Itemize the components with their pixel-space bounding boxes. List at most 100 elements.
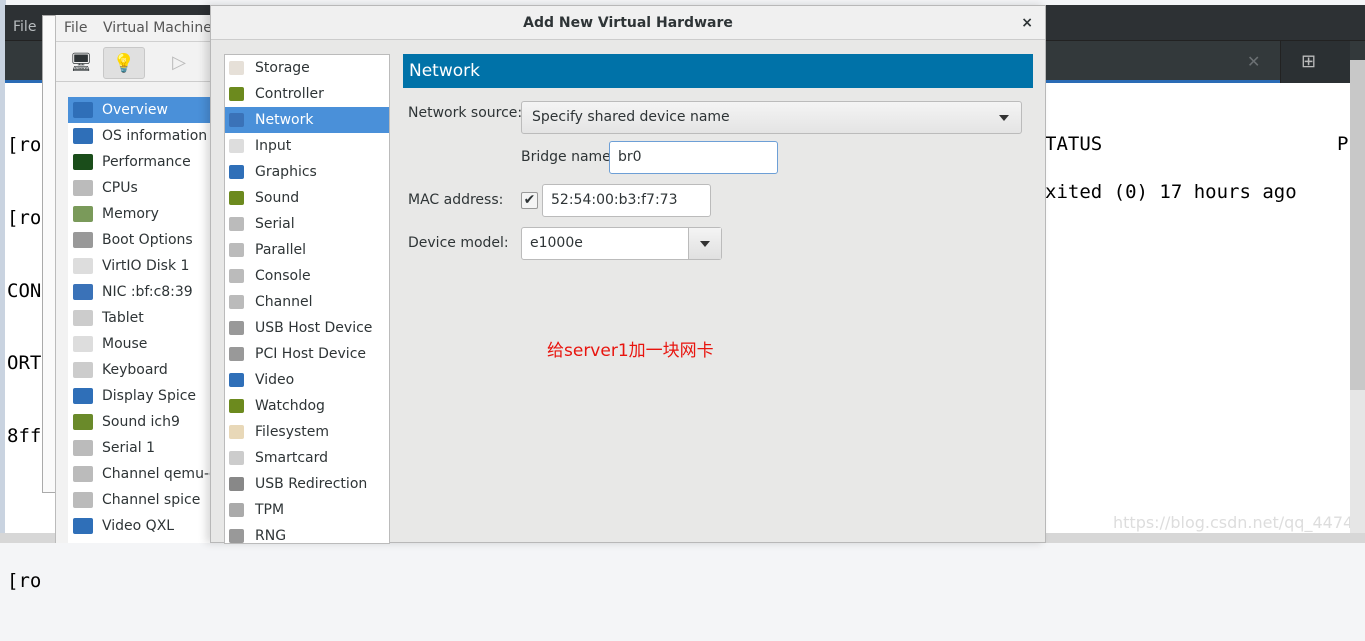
hardware-type-item[interactable]: Storage — [225, 55, 389, 81]
sound-card-icon — [73, 414, 93, 430]
new-tab-button[interactable]: ⊞ — [1280, 41, 1350, 83]
hardware-type-label: Video — [255, 372, 295, 388]
terminal-status-value: xited (0) 17 hours ago — [1045, 181, 1297, 203]
hardware-type-item[interactable]: Sound — [225, 185, 389, 211]
hardware-type-item[interactable]: Watchdog — [225, 393, 389, 419]
chip-icon — [229, 503, 244, 517]
hardware-type-item[interactable]: Network — [225, 107, 389, 133]
monitor-icon — [73, 128, 93, 144]
vm-hardware-label: Display Spice — [102, 388, 197, 404]
vm-hardware-item[interactable]: Memory — [68, 201, 216, 227]
hardware-type-item[interactable]: Smartcard — [225, 445, 389, 471]
vm-hardware-label: Performance — [102, 154, 191, 170]
vm-hardware-item[interactable]: Tablet — [68, 305, 216, 331]
hardware-type-item[interactable]: Graphics — [225, 159, 389, 185]
vm-hardware-item[interactable]: Serial 1 — [68, 435, 216, 461]
lightbulb-icon: 💡 — [112, 53, 136, 74]
gears-icon — [73, 232, 93, 248]
scrollbar-thumb[interactable] — [1350, 60, 1365, 390]
monitor-icon — [229, 165, 244, 179]
terminal-line: 8ff — [7, 424, 42, 447]
device-model-dropdown-button[interactable] — [688, 228, 721, 259]
vm-hardware-item[interactable]: Overview — [68, 97, 216, 123]
vm-hardware-item[interactable]: Display Spice — [68, 383, 216, 409]
tab-close-icon[interactable]: ✕ — [1247, 52, 1260, 71]
hardware-type-label: Watchdog — [255, 398, 325, 414]
vm-hardware-item[interactable]: Channel spice — [68, 487, 216, 513]
hardware-type-label: Controller — [255, 86, 324, 102]
vm-toolbar: 🖥 💡 ▷ — [56, 42, 215, 82]
hardware-type-item[interactable]: Filesystem — [225, 419, 389, 445]
mac-address-label: MAC address: — [408, 192, 504, 208]
vm-hardware-item[interactable]: Mouse — [68, 331, 216, 357]
menu-virtual-machine[interactable]: Virtual Machine — [103, 20, 212, 36]
hardware-type-label: Parallel — [255, 242, 307, 258]
vm-hardware-label: Tablet — [102, 310, 144, 326]
hardware-type-item[interactable]: Channel — [225, 289, 389, 315]
menu-file[interactable]: File — [64, 20, 87, 36]
vm-hardware-item[interactable]: Video QXL — [68, 513, 216, 539]
hardware-type-label: Console — [255, 268, 311, 284]
hardware-type-item[interactable]: PCI Host Device — [225, 341, 389, 367]
terminal-line: [ro — [7, 569, 42, 592]
hardware-type-item[interactable]: Input — [225, 133, 389, 159]
port-icon — [229, 243, 244, 257]
dialog-title: Add New Virtual Hardware — [523, 15, 733, 31]
mouse-icon — [229, 139, 244, 153]
hardware-type-label: Input — [255, 138, 292, 154]
vm-hardware-item[interactable]: Sound ich9 — [68, 409, 216, 435]
hardware-type-item[interactable]: USB Host Device — [225, 315, 389, 341]
terminal-menu-file[interactable]: File — [13, 19, 36, 35]
device-model-combo[interactable]: e1000e — [521, 227, 722, 260]
vm-hardware-item[interactable]: Channel qemu-ga — [68, 461, 216, 487]
hardware-type-label: Channel — [255, 294, 313, 310]
hardware-type-item[interactable]: TPM — [225, 497, 389, 523]
vm-hardware-item[interactable]: Boot Options — [68, 227, 216, 253]
hardware-type-item[interactable]: Console — [225, 263, 389, 289]
vm-hardware-item[interactable]: Performance — [68, 149, 216, 175]
details-button[interactable]: 💡 — [103, 47, 145, 79]
run-button[interactable]: ▷ — [158, 47, 200, 79]
monitor-icon — [73, 102, 93, 118]
hardware-type-item[interactable]: Parallel — [225, 237, 389, 263]
hardware-type-item[interactable]: Serial — [225, 211, 389, 237]
hardware-type-item[interactable]: Controller — [225, 81, 389, 107]
vm-hardware-label: Video QXL — [102, 518, 175, 534]
vm-hardware-item[interactable]: OS information — [68, 123, 216, 149]
vm-hardware-item[interactable]: VirtIO Disk 1 — [68, 253, 216, 279]
hardware-type-item[interactable]: RNG — [225, 523, 389, 549]
hardware-type-label: RNG — [255, 528, 287, 544]
hardware-type-list: Storage Controller Network Input Graphics Sou… — [224, 54, 390, 544]
hardware-type-label: Sound — [255, 190, 300, 206]
monitor-icon — [73, 518, 93, 534]
watermark: https://blog.csdn.net/qq_44749796 — [1113, 513, 1365, 532]
terminal-left-text: [ro [ro CON ORT 8ff [ro — [7, 85, 41, 641]
vm-hardware-label: Channel spice — [102, 492, 201, 508]
vm-hardware-item[interactable]: NIC :bf:c8:39 — [68, 279, 216, 305]
port-icon — [229, 295, 244, 309]
hardware-type-label: Smartcard — [255, 450, 329, 466]
terminal-line: [ro — [7, 134, 42, 157]
hardware-type-label: Storage — [255, 60, 310, 76]
close-icon[interactable]: × — [1021, 6, 1033, 40]
network-source-dropdown[interactable]: Specify shared device name — [521, 101, 1022, 134]
hardware-type-label: Serial — [255, 216, 295, 232]
mac-address-input[interactable]: 52:54:00:b3:f7:73 — [542, 184, 711, 217]
port-icon — [229, 217, 244, 231]
hardware-type-label: USB Redirection — [255, 476, 368, 492]
memory-module-icon — [73, 206, 93, 222]
hardware-type-item[interactable]: USB Redirection — [225, 471, 389, 497]
bridge-name-label: Bridge name: — [521, 149, 616, 165]
hardware-type-item[interactable]: Video — [225, 367, 389, 393]
vm-hardware-item[interactable]: Keyboard — [68, 357, 216, 383]
storage-icon — [229, 61, 244, 75]
console-button[interactable]: 🖥 — [60, 47, 102, 79]
bridge-name-input[interactable]: br0 — [609, 141, 778, 174]
vm-details-window: File Virtual Machine 🖥 💡 ▷ Overview OS in… — [55, 15, 216, 543]
mac-address-checkbox[interactable]: ✔ — [521, 192, 538, 209]
vm-hardware-item[interactable]: CPUs — [68, 175, 216, 201]
vm-hardware-label: Keyboard — [102, 362, 168, 378]
tablet-pen-icon — [73, 310, 93, 326]
keyboard-icon — [73, 362, 93, 378]
chevron-down-icon — [700, 241, 710, 247]
